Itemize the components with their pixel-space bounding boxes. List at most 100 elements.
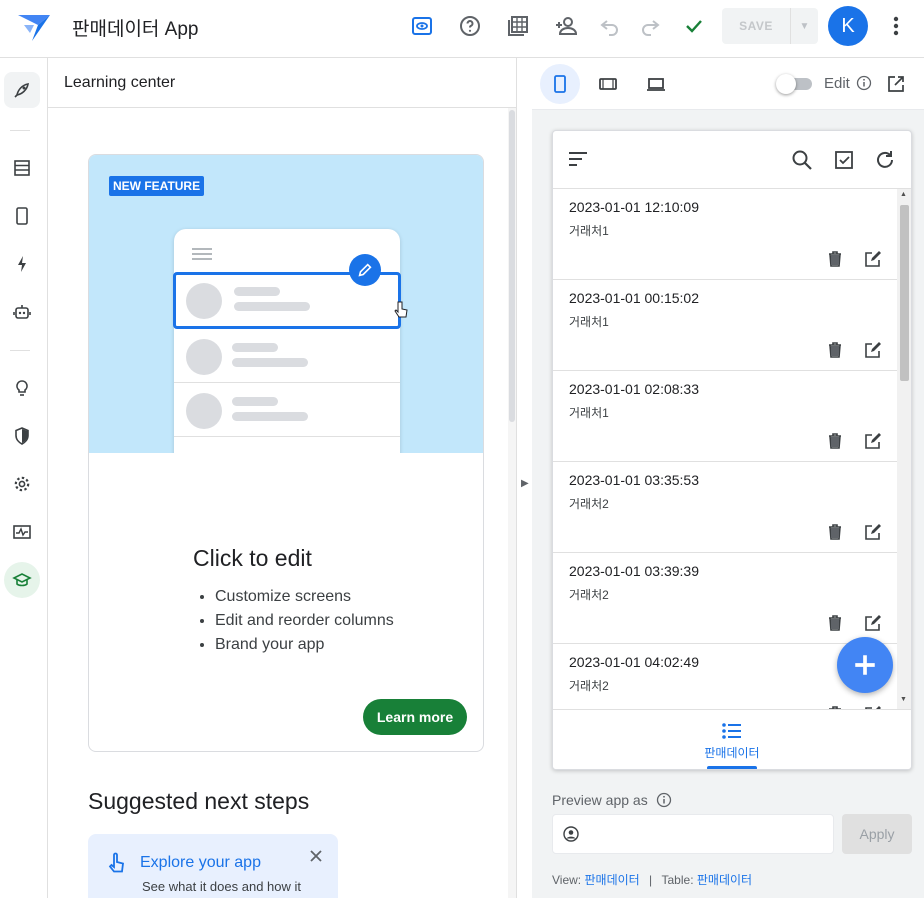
- apply-button[interactable]: Apply: [842, 814, 912, 854]
- delete-icon[interactable]: [825, 522, 845, 542]
- scroll-up-arrow-icon[interactable]: ▲: [900, 191, 907, 198]
- card-title: Click to edit: [193, 545, 312, 571]
- preview-as-label: Preview app as: [552, 792, 672, 808]
- rail-divider: [10, 350, 30, 351]
- bullet-item: Customize screens: [215, 585, 394, 609]
- edit-icon[interactable]: [863, 431, 883, 451]
- list-item[interactable]: 2023-01-01 12:10:09 거래처1: [553, 189, 897, 280]
- record-list: 2023-01-01 12:10:09 거래처1 2023-01-01 00:1…: [553, 189, 897, 709]
- feature-bullet-list: Customize screens Edit and reorder colum…: [215, 585, 394, 657]
- learning-center-body: NEW FEATURE Click to edit • Customize sc…: [48, 108, 508, 898]
- bot-icon[interactable]: [4, 294, 40, 330]
- bullet-item: Edit and reorder columns: [215, 609, 394, 633]
- mobile-view-icon[interactable]: [540, 64, 580, 104]
- monitor-pulse-icon[interactable]: [4, 514, 40, 550]
- feature-card[interactable]: NEW FEATURE Click to edit • Customize sc…: [88, 154, 484, 752]
- mock-menu-icon: [192, 247, 212, 260]
- preview-eye-icon[interactable]: [408, 12, 436, 40]
- app-phone-icon[interactable]: [4, 198, 40, 234]
- preview-as-email-field[interactable]: [552, 814, 834, 854]
- settings-gear-icon[interactable]: [4, 466, 40, 502]
- share-add-person-icon[interactable]: [552, 12, 580, 40]
- list-view-icon[interactable]: [722, 722, 742, 740]
- desktop-view-icon[interactable]: [636, 64, 676, 104]
- list-item[interactable]: 2023-01-01 03:39:39 거래처2: [553, 553, 897, 644]
- expand-arrow-icon[interactable]: ▶: [521, 478, 529, 489]
- delete-icon[interactable]: [825, 431, 845, 451]
- data-table-icon[interactable]: [4, 150, 40, 186]
- mock-row: [174, 329, 400, 383]
- record-datetime: 2023-01-01 12:10:09: [569, 199, 699, 215]
- record-vendor: 거래처2: [569, 497, 609, 511]
- phone-preview: 2023-01-01 12:10:09 거래처1 2023-01-01 00:1…: [552, 130, 912, 770]
- explore-app-description: See what it does and how it: [142, 879, 301, 894]
- view-label: View:: [552, 873, 582, 887]
- learning-center-cap-icon[interactable]: [4, 562, 40, 598]
- undo-icon[interactable]: [596, 12, 624, 40]
- scroll-down-arrow-icon[interactable]: ▼: [900, 696, 907, 703]
- search-icon[interactable]: [791, 149, 813, 171]
- separator: |: [649, 873, 653, 887]
- nav-tab-label[interactable]: 판매데이터: [553, 744, 911, 761]
- suggested-steps-title: Suggested next steps: [88, 788, 310, 814]
- edit-icon[interactable]: [863, 340, 883, 360]
- automation-bolt-icon[interactable]: [4, 246, 40, 282]
- active-tab-indicator: [707, 766, 757, 769]
- save-dropdown-icon[interactable]: ▼: [790, 8, 818, 44]
- open-in-new-icon[interactable]: [886, 74, 906, 94]
- preview-as-text: Preview app as: [552, 792, 648, 808]
- view-table-info: View: 판매데이터 | Table: 판매데이터: [552, 871, 752, 888]
- bullet-item: Brand your app: [215, 633, 394, 657]
- app-title: 판매데이터 App: [72, 19, 199, 40]
- pencil-edit-icon: [349, 254, 381, 286]
- edit-icon[interactable]: [863, 249, 883, 269]
- avatar[interactable]: K: [828, 6, 868, 46]
- touch-hand-icon: [106, 852, 128, 876]
- check-icon[interactable]: [680, 12, 708, 40]
- lightbulb-icon[interactable]: [4, 370, 40, 406]
- view-link[interactable]: 판매데이터: [584, 873, 639, 887]
- learn-more-button[interactable]: Learn more: [363, 699, 467, 735]
- delete-icon[interactable]: [825, 249, 845, 269]
- list-item[interactable]: 2023-01-01 02:08:33 거래처1: [553, 371, 897, 462]
- hand-cursor-icon: [393, 300, 409, 320]
- delete-icon[interactable]: [825, 340, 845, 360]
- info-icon[interactable]: [856, 75, 872, 91]
- more-vert-icon[interactable]: [884, 12, 908, 40]
- mock-row: [174, 383, 400, 437]
- help-icon[interactable]: [456, 12, 484, 40]
- versions-grid-icon[interactable]: [504, 12, 532, 40]
- save-button-label: SAVE: [739, 19, 773, 33]
- edit-icon[interactable]: [863, 613, 883, 633]
- record-datetime: 2023-01-01 00:15:02: [569, 290, 699, 306]
- panel-resize-divider[interactable]: ▶: [516, 58, 532, 898]
- learning-center-header: Learning center: [48, 58, 516, 108]
- close-icon[interactable]: [306, 846, 326, 866]
- redo-icon[interactable]: [636, 12, 664, 40]
- record-datetime: 2023-01-01 03:39:39: [569, 563, 699, 579]
- edit-icon[interactable]: [863, 522, 883, 542]
- explore-app-title: Explore your app: [140, 854, 261, 871]
- record-vendor: 거래처1: [569, 406, 609, 420]
- save-button[interactable]: SAVE ▼: [722, 8, 818, 44]
- add-record-button[interactable]: [837, 637, 893, 693]
- tablet-view-icon[interactable]: [588, 64, 628, 104]
- preview-list-scrollbar[interactable]: ▲ ▼: [897, 189, 911, 709]
- bottom-nav: 판매데이터: [553, 709, 911, 769]
- record-datetime: 2023-01-01 02:08:33: [569, 381, 699, 397]
- learning-center-scrollbar[interactable]: [508, 108, 516, 898]
- refresh-icon[interactable]: [873, 148, 897, 172]
- record-vendor: 거래처2: [569, 588, 609, 602]
- sort-menu-icon[interactable]: [569, 151, 589, 167]
- table-link[interactable]: 판매데이터: [697, 873, 752, 887]
- explore-app-card[interactable]: Explore your app See what it does and ho…: [88, 834, 338, 898]
- info-icon[interactable]: [656, 792, 672, 808]
- rail-divider: [10, 130, 30, 131]
- list-item[interactable]: 2023-01-01 03:35:53 거래처2: [553, 462, 897, 553]
- rocket-icon[interactable]: [4, 72, 40, 108]
- select-checkbox-icon[interactable]: [833, 149, 855, 171]
- list-item[interactable]: 2023-01-01 00:15:02 거래처1: [553, 280, 897, 371]
- edit-toggle[interactable]: [776, 74, 812, 94]
- delete-icon[interactable]: [825, 613, 845, 633]
- security-shield-icon[interactable]: [4, 418, 40, 454]
